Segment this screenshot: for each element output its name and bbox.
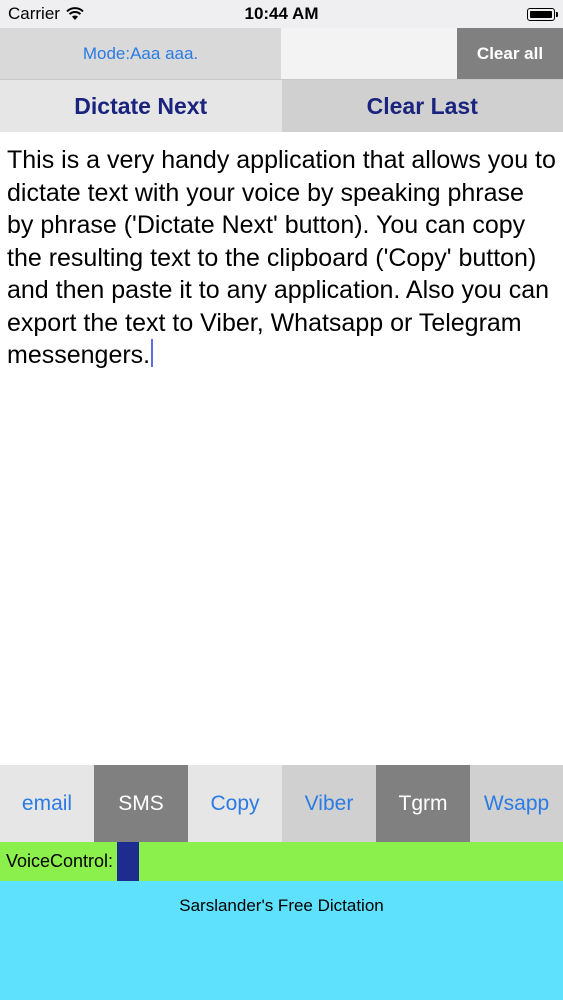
mode-row-spacer (281, 28, 457, 79)
clear-last-button[interactable]: Clear Last (281, 80, 563, 132)
dictation-text-area[interactable]: This is a very handy application that al… (0, 132, 563, 765)
dictate-next-button[interactable]: Dictate Next (0, 80, 282, 132)
dictation-text: This is a very handy application that al… (7, 146, 556, 369)
carrier-label: Carrier (8, 4, 60, 23)
banner-text: Sarslander's Free Dictation (179, 896, 384, 915)
status-right (527, 7, 563, 21)
battery-icon (527, 7, 558, 21)
voice-control-bar: VoiceControl: (0, 842, 563, 881)
mode-button[interactable]: Mode:Aaa aaa. (0, 28, 281, 79)
wifi-icon (66, 7, 84, 20)
whatsapp-button[interactable]: Wsapp (470, 765, 563, 842)
share-toolbar: email SMS Copy Viber Tgrm Wsapp (0, 765, 563, 842)
copy-button[interactable]: Copy (188, 765, 282, 842)
text-cursor (151, 339, 154, 367)
viber-button[interactable]: Viber (282, 765, 376, 842)
clear-all-button[interactable]: Clear all (457, 28, 563, 79)
voice-level-indicator (117, 842, 140, 881)
status-left: Carrier (0, 4, 84, 24)
sms-button[interactable]: SMS (94, 765, 188, 842)
ad-banner[interactable]: Sarslander's Free Dictation (0, 881, 563, 1000)
mode-row: Mode:Aaa aaa. Clear all (0, 28, 563, 79)
action-row: Dictate Next Clear Last (0, 79, 563, 132)
telegram-button[interactable]: Tgrm (376, 765, 470, 842)
status-bar: Carrier 10:44 AM (0, 0, 563, 28)
voice-control-label: VoiceControl: (6, 851, 114, 871)
email-button[interactable]: email (0, 765, 94, 842)
status-time: 10:44 AM (244, 4, 319, 23)
